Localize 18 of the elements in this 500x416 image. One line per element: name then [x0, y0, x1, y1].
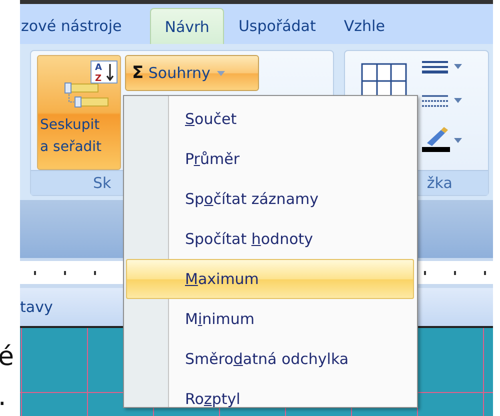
- totals-dropdown-button[interactable]: Σ Souhrny: [125, 55, 259, 91]
- ribbon-tab[interactable]: zové nástroje: [20, 8, 136, 44]
- caret-icon: [217, 70, 226, 76]
- group-sort-button[interactable]: A Z Seskupit a seřadit: [37, 55, 121, 170]
- section-header: tavy: [20, 298, 53, 316]
- ribbon-tab[interactable]: Návrh: [150, 8, 224, 44]
- menu-item[interactable]: Minimum: [126, 299, 414, 339]
- text-fragment: .: [0, 382, 6, 412]
- line-width-icon[interactable]: [420, 59, 465, 75]
- ribbon-tab[interactable]: Uspořádat: [224, 8, 330, 44]
- menu-item[interactable]: Součet: [126, 99, 414, 139]
- line-style-icon[interactable]: [420, 93, 465, 109]
- sum-icon: Σ: [132, 63, 144, 83]
- ribbon-tab[interactable]: Vzhle: [330, 8, 399, 44]
- menu-item[interactable]: Směrodatná odchylka: [126, 339, 414, 379]
- line-color-icon[interactable]: [420, 127, 465, 153]
- menu-item[interactable]: Rozptyl: [126, 379, 414, 416]
- menu-item[interactable]: Maximum: [126, 259, 414, 299]
